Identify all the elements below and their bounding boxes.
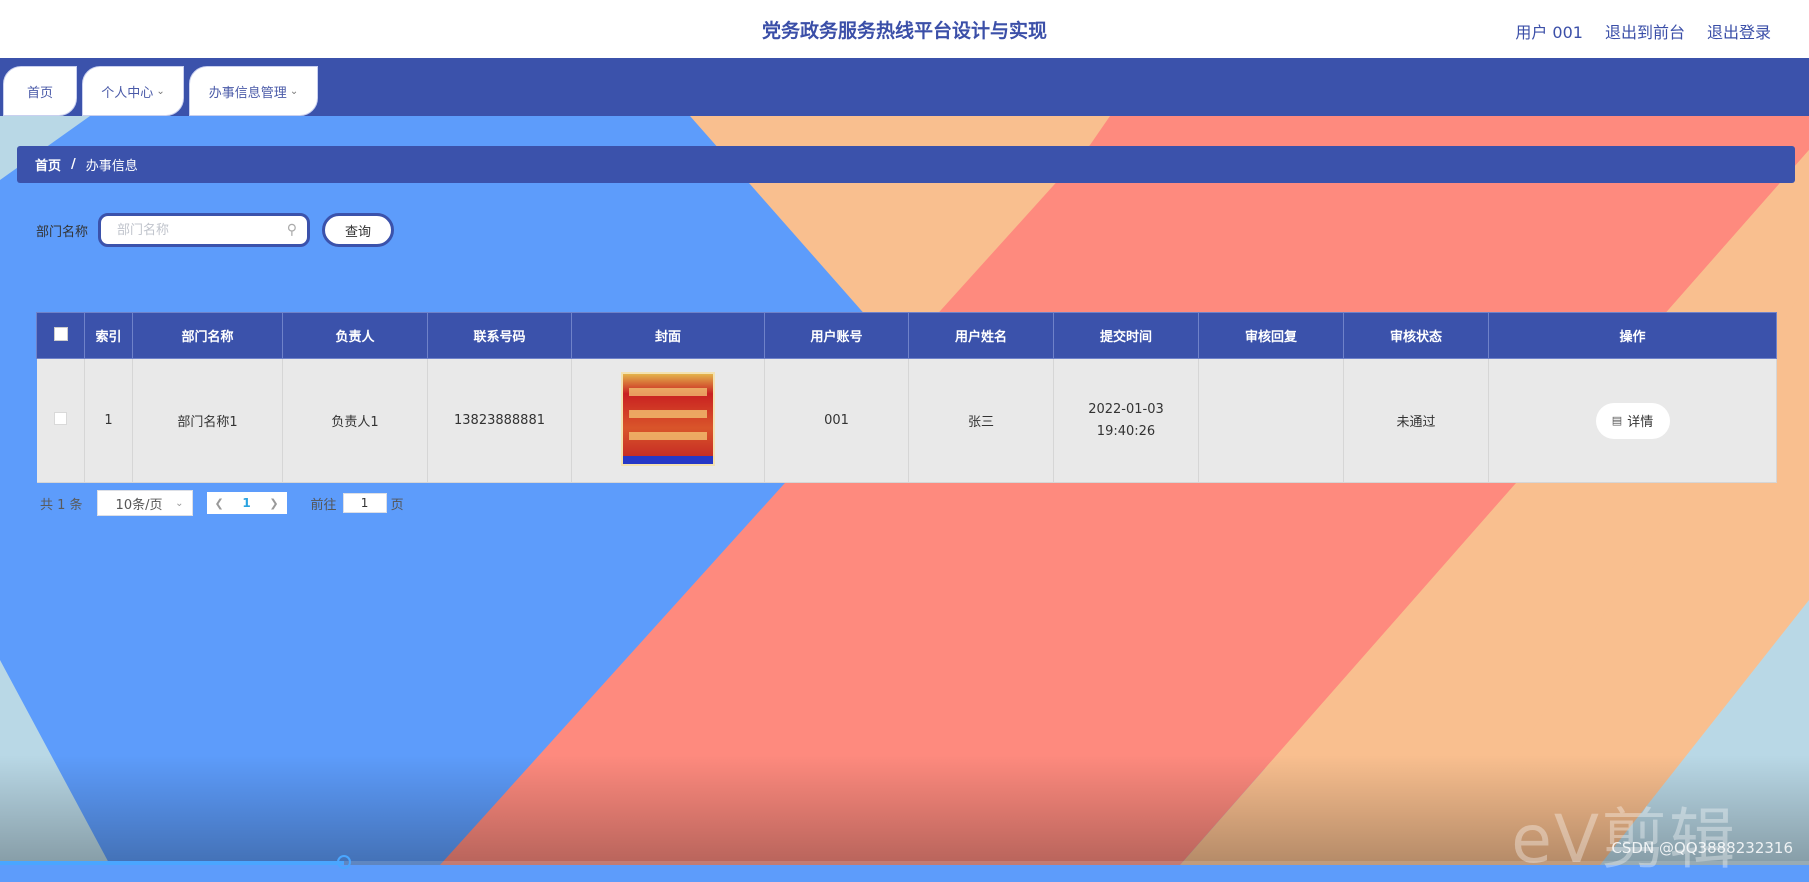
pagination: 共 1 条 10条/页 ⌄ ❮ 1 ❯ 前往 1 页 bbox=[40, 490, 404, 516]
cell-cover bbox=[571, 358, 765, 483]
user-link[interactable]: 用户 001 bbox=[1515, 19, 1583, 43]
tab-personal-center-label: 个人中心 bbox=[101, 85, 154, 101]
page-number[interactable]: 1 bbox=[242, 496, 250, 510]
tab-affairs-management[interactable]: 办事信息管理 ⌄ bbox=[189, 66, 318, 116]
column-header: 负责人 bbox=[282, 312, 428, 359]
cell-dept: 部门名称1 bbox=[132, 358, 283, 483]
column-header: 联系号码 bbox=[427, 312, 572, 359]
page-size-value: 10条/页 bbox=[115, 497, 163, 513]
submit-time: 2022-01-03 19:40:26 bbox=[1088, 401, 1164, 439]
search-input[interactable] bbox=[115, 221, 280, 239]
video-editor-watermark: eV剪辑 bbox=[1511, 801, 1737, 878]
column-header: 审核状态 bbox=[1343, 312, 1489, 359]
video-progress-bar[interactable] bbox=[0, 855, 1809, 869]
cell-time: 2022-01-03 19:40:26 bbox=[1053, 358, 1199, 483]
column-header: 审核回复 bbox=[1198, 312, 1344, 359]
detail-button-label: 详情 bbox=[1627, 415, 1654, 430]
poster-footer-band bbox=[623, 455, 713, 464]
video-progress-fill bbox=[0, 861, 344, 865]
query-button[interactable]: 查询 bbox=[322, 213, 395, 247]
tab-affairs-management-label: 办事信息管理 bbox=[208, 85, 287, 101]
cell-actions: ▤ 详情 bbox=[1488, 358, 1777, 483]
page-size-select[interactable]: 10条/页 ⌄ bbox=[96, 490, 193, 516]
cell-status: 未通过 bbox=[1343, 358, 1489, 483]
breadcrumb-home[interactable]: 首页 bbox=[35, 155, 61, 174]
page-navigator: ❮ 1 ❯ bbox=[206, 492, 287, 514]
breadcrumb-current: 办事信息 bbox=[85, 159, 138, 174]
goto-page-input[interactable]: 1 bbox=[342, 493, 387, 513]
select-all-checkbox[interactable] bbox=[53, 326, 68, 341]
chevron-down-icon: ⌄ bbox=[156, 85, 165, 97]
column-header: 用户账号 bbox=[764, 312, 909, 359]
back-to-frontend-link[interactable]: 退出到前台 bbox=[1605, 19, 1685, 43]
tab-home[interactable]: 首页 bbox=[3, 66, 77, 116]
poster-image[interactable] bbox=[621, 371, 715, 466]
tab-home-label: 首页 bbox=[26, 85, 53, 101]
cell-phone: 13823888881 bbox=[427, 358, 572, 483]
poster-decoration bbox=[629, 431, 707, 440]
search-input-box[interactable]: ⚲ bbox=[98, 213, 311, 247]
poster-decoration bbox=[629, 409, 707, 418]
column-header: 索引 bbox=[84, 312, 133, 359]
row-checkbox[interactable] bbox=[53, 412, 67, 425]
column-header: 提交时间 bbox=[1053, 312, 1199, 359]
goto-label: 前往 bbox=[310, 497, 337, 513]
column-header: 用户姓名 bbox=[908, 312, 1054, 359]
top-header: 党务政务服务热线平台设计与实现 用户 001 退出到前台 退出登录 bbox=[0, 0, 1809, 58]
column-header: 封面 bbox=[571, 312, 765, 359]
column-header: 部门名称 bbox=[132, 312, 283, 359]
cell-leader: 负责人1 bbox=[282, 358, 428, 483]
tab-personal-center[interactable]: 个人中心 ⌄ bbox=[82, 66, 184, 116]
next-page-icon[interactable]: ❯ bbox=[269, 497, 278, 510]
document-icon: ▤ bbox=[1611, 414, 1623, 427]
column-header: 操作 bbox=[1488, 312, 1777, 359]
chevron-down-icon: ⌄ bbox=[289, 85, 299, 97]
prev-page-icon[interactable]: ❮ bbox=[215, 497, 224, 510]
search-icon: ⚲ bbox=[286, 222, 298, 238]
breadcrumb-separator: / bbox=[71, 157, 76, 172]
poster-decoration bbox=[629, 387, 707, 396]
table-header-row: 索引 部门名称 负责人 联系号码 封面 用户账号 用户姓名 提交时间 审核回复 … bbox=[36, 312, 1777, 359]
breadcrumb: 首页 / 办事信息 bbox=[17, 146, 1795, 183]
total-count: 共 1 条 bbox=[40, 497, 83, 513]
table-row: 1 部门名称1 负责人1 13823888881 001 张三 2022-01-… bbox=[36, 358, 1777, 483]
video-progress-knob[interactable] bbox=[336, 855, 351, 869]
row-select-cell[interactable] bbox=[36, 358, 85, 483]
data-table: 索引 部门名称 负责人 联系号码 封面 用户账号 用户姓名 提交时间 审核回复 … bbox=[36, 312, 1777, 483]
chevron-down-icon: ⌄ bbox=[175, 497, 184, 509]
search-label: 部门名称 bbox=[36, 224, 89, 240]
csdn-credit: CSDN @QQ3888232316 bbox=[1611, 839, 1793, 857]
detail-button[interactable]: ▤ 详情 bbox=[1595, 402, 1670, 439]
select-all-header[interactable] bbox=[36, 312, 85, 359]
search-bar: 部门名称 ⚲ 查询 bbox=[36, 213, 395, 247]
cell-reply bbox=[1198, 358, 1344, 483]
cell-name: 张三 bbox=[908, 358, 1054, 483]
header-links: 用户 001 退出到前台 退出登录 bbox=[1515, 19, 1771, 43]
cell-index: 1 bbox=[84, 358, 133, 483]
main-nav: 首页 个人中心 ⌄ 办事信息管理 ⌄ bbox=[0, 58, 1809, 116]
cell-account: 001 bbox=[764, 358, 909, 483]
page-unit-label: 页 bbox=[390, 497, 404, 513]
logout-link[interactable]: 退出登录 bbox=[1707, 19, 1771, 43]
